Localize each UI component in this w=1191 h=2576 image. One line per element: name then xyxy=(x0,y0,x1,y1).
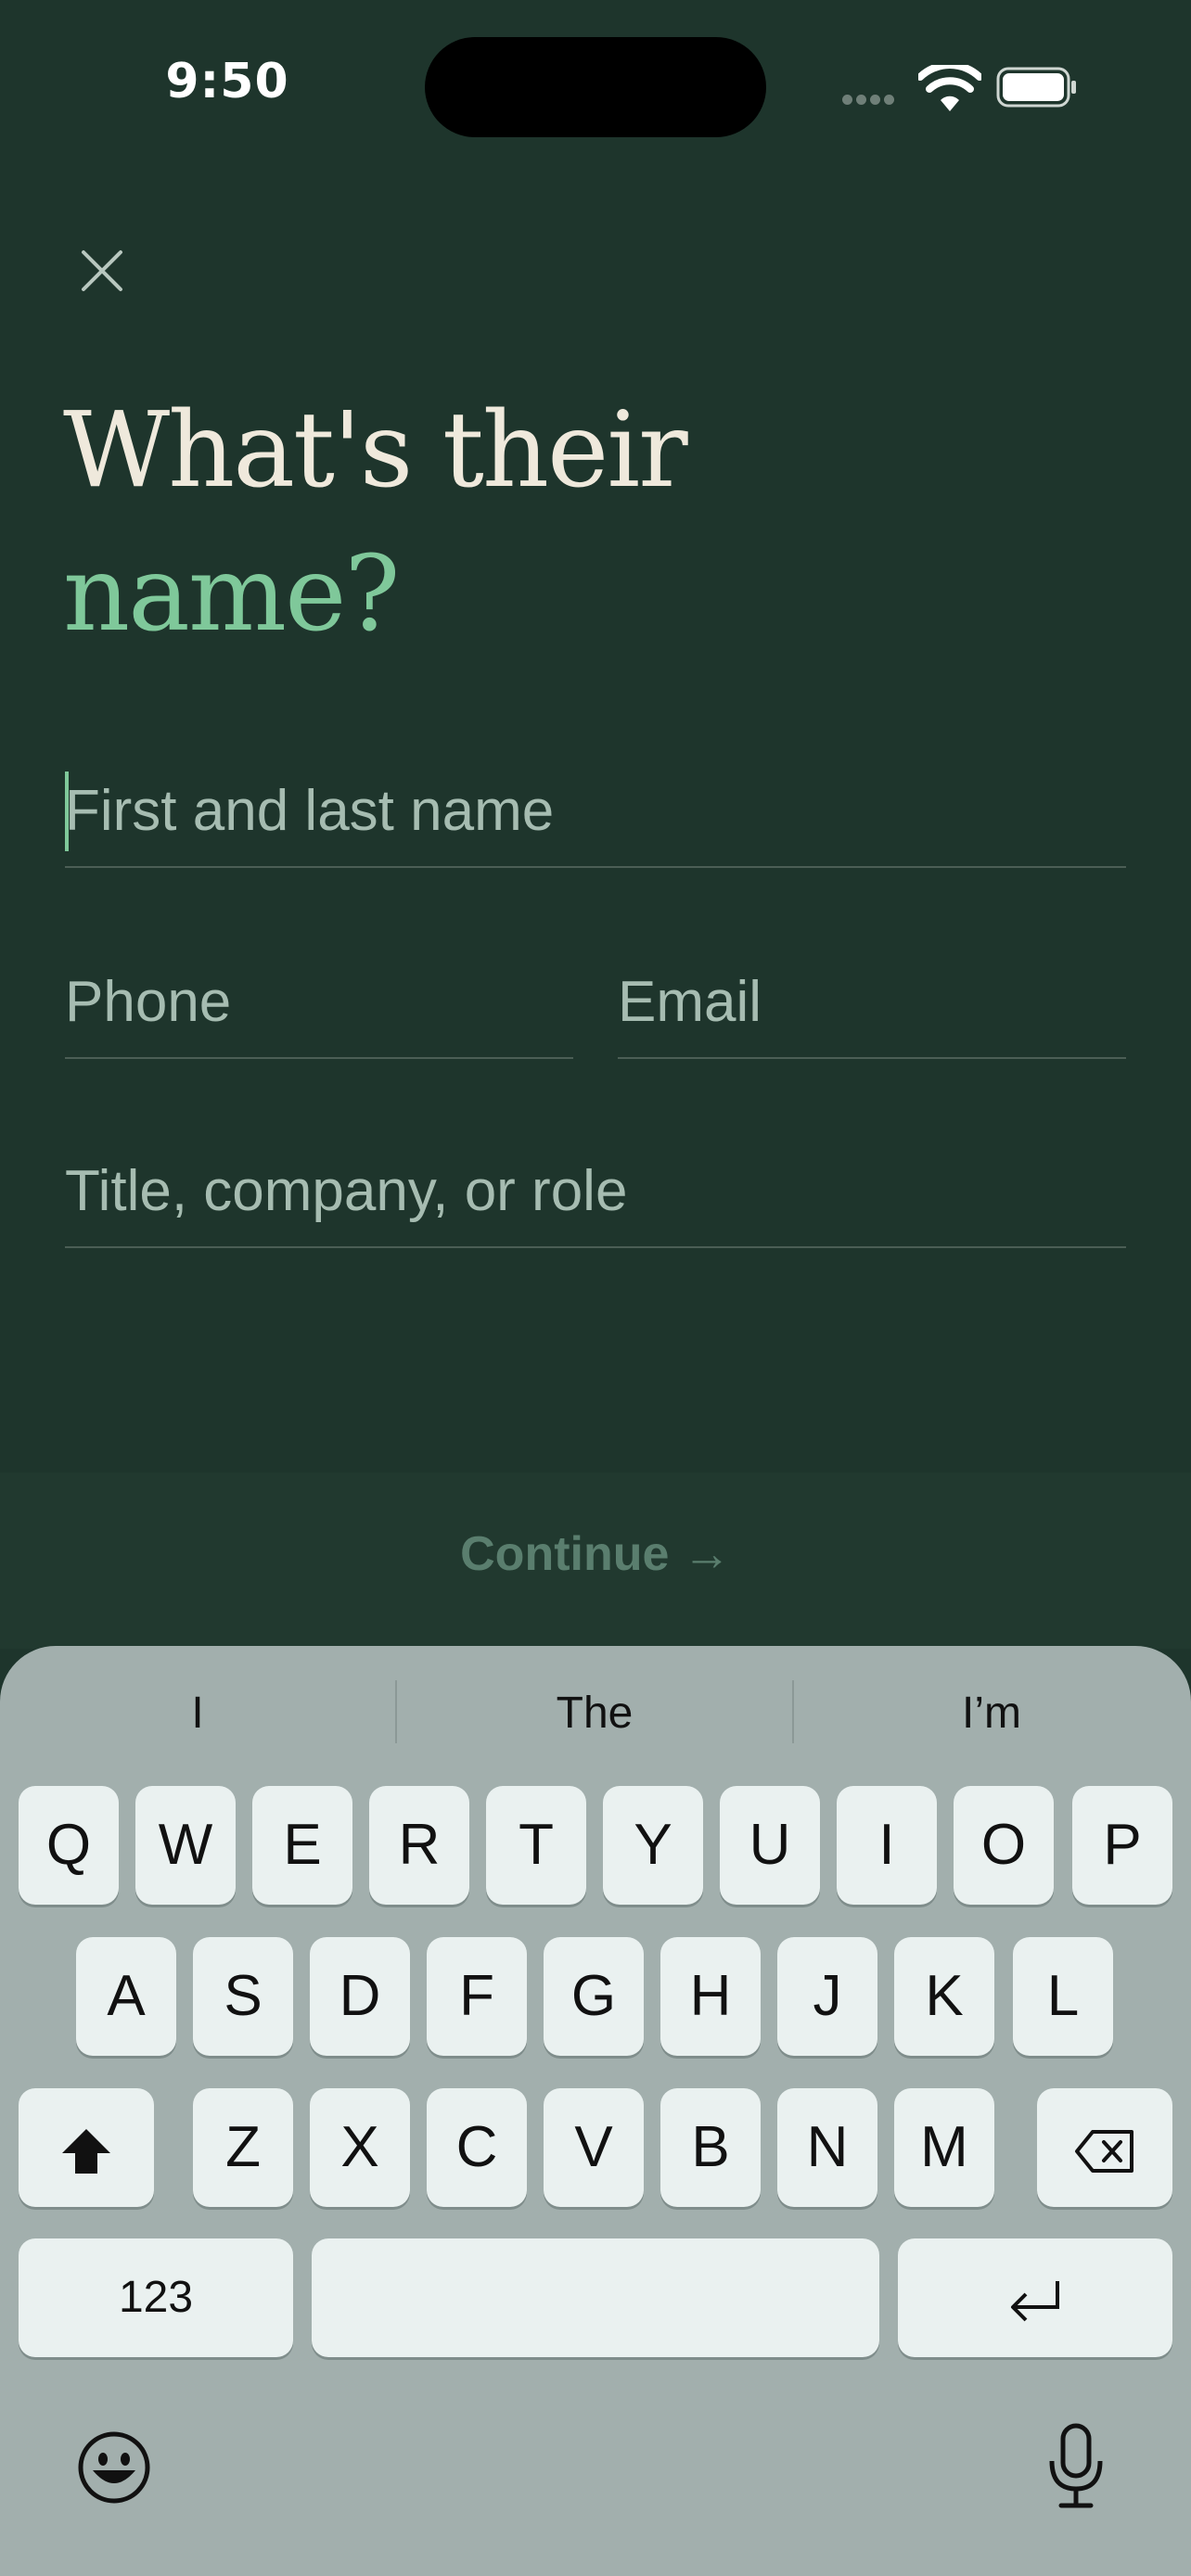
name-input[interactable] xyxy=(65,773,1126,848)
continue-button[interactable]: Continue → xyxy=(0,1526,1191,1582)
page-title-line1: What's their xyxy=(63,390,688,511)
key-b[interactable]: B xyxy=(660,2088,761,2207)
key-l[interactable]: L xyxy=(1013,1937,1113,2056)
key-h[interactable]: H xyxy=(660,1937,761,2056)
key-v[interactable]: V xyxy=(544,2088,644,2207)
key-r[interactable]: R xyxy=(369,1786,469,1905)
key-w[interactable]: W xyxy=(135,1786,236,1905)
wifi-icon xyxy=(918,65,981,111)
cellular-signal-icon xyxy=(842,93,898,109)
key-f[interactable]: F xyxy=(427,1937,527,2056)
key-j[interactable]: J xyxy=(777,1937,877,2056)
key-s[interactable]: S xyxy=(193,1937,293,2056)
key-k[interactable]: K xyxy=(894,1937,994,2056)
title-input[interactable] xyxy=(65,1154,1126,1228)
suggestion-2[interactable]: The xyxy=(397,1688,792,1739)
key-c[interactable]: C xyxy=(427,2088,527,2207)
suggestion-3[interactable]: I’m xyxy=(794,1688,1189,1739)
text-cursor xyxy=(65,772,69,851)
numbers-key[interactable]: 123 xyxy=(19,2238,293,2357)
key-x[interactable]: X xyxy=(310,2088,410,2207)
key-p[interactable]: P xyxy=(1072,1786,1172,1905)
key-n[interactable]: N xyxy=(777,2088,877,2207)
space-key[interactable] xyxy=(312,2238,879,2357)
key-i[interactable]: I xyxy=(837,1786,937,1905)
key-d[interactable]: D xyxy=(310,1937,410,2056)
key-y[interactable]: Y xyxy=(603,1786,703,1905)
key-a[interactable]: A xyxy=(76,1937,176,2056)
microphone-icon[interactable] xyxy=(1044,2422,1108,2511)
key-m[interactable]: M xyxy=(894,2088,994,2207)
title-field-wrapper xyxy=(65,1154,1126,1248)
key-g[interactable]: G xyxy=(544,1937,644,2056)
name-field-wrapper xyxy=(65,773,1126,868)
emoji-icon[interactable] xyxy=(76,2429,152,2506)
shift-key[interactable] xyxy=(19,2088,154,2207)
return-icon xyxy=(1011,2280,1059,2322)
email-input[interactable] xyxy=(618,964,1126,1039)
suggestion-1[interactable]: I xyxy=(0,1688,395,1739)
key-u[interactable]: U xyxy=(720,1786,820,1905)
status-time: 9:50 xyxy=(165,54,289,109)
dynamic-island xyxy=(425,37,766,137)
shift-icon xyxy=(62,2128,110,2174)
key-o[interactable]: O xyxy=(954,1786,1054,1905)
key-q[interactable]: Q xyxy=(19,1786,119,1905)
battery-icon xyxy=(996,67,1076,108)
return-key[interactable] xyxy=(898,2238,1172,2357)
email-field-wrapper xyxy=(618,964,1126,1059)
key-z[interactable]: Z xyxy=(193,2088,293,2207)
phone-field-wrapper xyxy=(65,964,573,1059)
close-icon[interactable] xyxy=(74,243,130,299)
phone-input[interactable] xyxy=(65,964,573,1039)
page-title-line2: name? xyxy=(63,534,400,655)
key-e[interactable]: E xyxy=(252,1786,352,1905)
delete-icon xyxy=(1075,2129,1133,2173)
delete-key[interactable] xyxy=(1037,2088,1172,2207)
key-t[interactable]: T xyxy=(486,1786,586,1905)
